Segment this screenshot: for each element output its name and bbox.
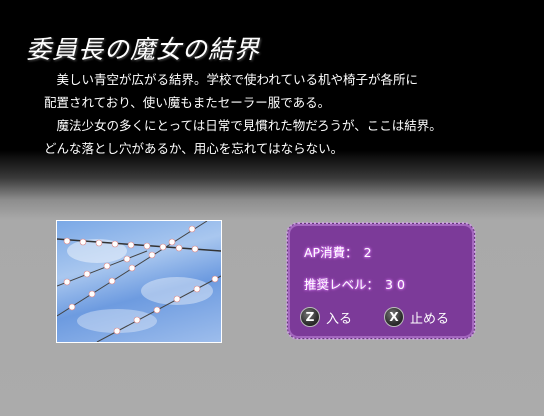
x-key-icon: X [384,307,404,327]
ap-cost-value: 2 [363,245,376,260]
description-line: どんな落とし穴があるか、用心を忘れてはならない。 [44,141,344,156]
quest-info-panel: AP消費： 2 推奨レベル： 30 Z 入る X 止める [286,222,476,340]
sky-bunting-illustration [57,221,221,342]
z-key-icon: Z [300,307,320,327]
ap-cost-label: AP消費： [304,245,358,260]
zone-description: 美しい青空が広がる結界。学校で使われている机や椅子が各所に 配置されており、使い… [44,68,514,160]
description-line: 配置されており、使い魔もまたセーラー服である。 [44,95,331,110]
enter-button[interactable]: Z 入る [300,306,352,328]
recommended-level-row: 推奨レベル： 30 [304,274,409,293]
description-line: 美しい青空が広がる結界。学校で使われている机や椅子が各所に [44,72,419,87]
recommended-level-label: 推奨レベル： [304,277,380,292]
stop-label: 止める [410,311,450,327]
zone-title: 委員長の魔女の結界 [26,35,261,64]
ap-cost-row: AP消費： 2 [304,242,376,261]
zone-preview-image [56,220,222,343]
stop-button[interactable]: X 止める [384,306,449,328]
recommended-level-value: 30 [385,277,409,292]
enter-label: 入る [326,311,353,327]
description-line: 魔法少女の多くにとっては日常で見慣れた物だろうが、ここは結界。 [44,118,442,133]
